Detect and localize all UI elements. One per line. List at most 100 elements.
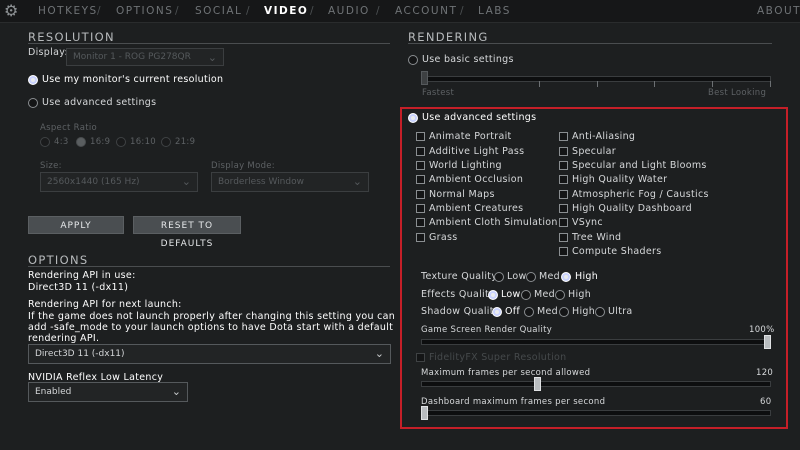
tab-video[interactable]: VIDEO (264, 5, 308, 17)
chevron-down-icon: ⌄ (207, 51, 217, 64)
effects-quality-high-radio[interactable] (555, 290, 565, 300)
texture-quality-high-radio[interactable] (561, 272, 571, 282)
use-advanced-resolution-radio[interactable] (28, 98, 38, 108)
basic-quality-slider-handle[interactable] (421, 71, 428, 85)
high-quality-water-checkbox[interactable] (559, 175, 568, 184)
max-fps-slider[interactable] (421, 381, 771, 387)
ambient-occlusion-checkbox[interactable] (416, 175, 425, 184)
reset-to-defaults-button[interactable]: RESET TO DEFAULTS (133, 216, 241, 249)
high-quality-dashboard-checkbox[interactable] (559, 204, 568, 213)
shadow-quality-off-radio[interactable] (492, 307, 502, 317)
tree-wind-label: Tree Wind (572, 232, 622, 243)
display-mode-label: Display Mode: (211, 161, 275, 171)
use-advanced-rendering-radio[interactable] (408, 113, 418, 123)
tab-social[interactable]: SOCIAL (195, 5, 242, 17)
aspect-16-10-radio[interactable] (116, 137, 126, 147)
max-fps-label: Maximum frames per second allowed (421, 368, 591, 378)
max-fps-value: 120 (756, 368, 774, 378)
slider-tick (712, 81, 713, 87)
dashboard-fps-slider-handle[interactable] (421, 406, 428, 420)
anti-aliasing-checkbox[interactable] (559, 132, 568, 141)
display-label: Display: (28, 47, 68, 58)
size-select[interactable]: 2560x1440 (165 Hz) ⌄ (40, 172, 198, 192)
size-value: 2560x1440 (165 Hz) (47, 177, 140, 187)
render-quality-value: 100% (749, 325, 775, 335)
tab-account[interactable]: ACCOUNT (395, 5, 457, 17)
compute-shaders-checkbox[interactable] (559, 247, 568, 256)
high-quality-dashboard-label: High Quality Dashboard (572, 203, 692, 214)
slider-tick (597, 81, 598, 87)
shadow-quality-high-radio[interactable] (559, 307, 569, 317)
api-next-label: Rendering API for next launch: (28, 299, 182, 310)
effects-quality-med-label: Med (534, 289, 555, 300)
rendering-api-value: Direct3D 11 (-dx11) (35, 349, 125, 359)
divider (28, 43, 390, 44)
nav-separator: / (97, 5, 101, 17)
aspect-16-10-label: 16:10 (130, 137, 156, 147)
aspect-4-3-radio[interactable] (40, 137, 50, 147)
divider (28, 266, 390, 267)
aspect-21-9-radio[interactable] (161, 137, 171, 147)
shadow-quality-med-label: Med (537, 306, 558, 317)
aspect-16-9-radio[interactable] (76, 137, 86, 147)
tab-options[interactable]: OPTIONS (116, 5, 173, 17)
animate-portrait-checkbox[interactable] (416, 132, 425, 141)
texture-quality-low-radio[interactable] (494, 272, 504, 282)
aspect-16-9-label: 16:9 (90, 137, 111, 147)
shadow-quality-med-radio[interactable] (524, 307, 534, 317)
rendering-header: RENDERING (408, 30, 489, 44)
nav-separator: / (175, 5, 179, 17)
compute-shaders-label: Compute Shaders (572, 246, 662, 257)
reflex-select[interactable]: Enabled ⌄ (28, 382, 188, 402)
texture-quality-low-label: Low (507, 271, 527, 282)
effects-quality-label: Effects Quality (421, 289, 495, 300)
use-basic-settings-radio[interactable] (408, 55, 418, 65)
atmospheric-fog-checkbox[interactable] (559, 190, 568, 199)
shadow-quality-off-label: Off (505, 306, 521, 317)
specular-checkbox[interactable] (559, 147, 568, 156)
max-fps-slider-handle[interactable] (534, 377, 542, 391)
vsync-checkbox[interactable] (559, 218, 568, 227)
display-mode-select[interactable]: Borderless Window ⌄ (211, 172, 369, 192)
ambient-creatures-label: Ambient Creatures (429, 203, 524, 214)
display-value: Monitor 1 - ROG PG278QR (73, 52, 191, 62)
effects-quality-low-radio[interactable] (488, 290, 498, 300)
additive-light-pass-checkbox[interactable] (416, 147, 425, 156)
basic-quality-slider[interactable] (421, 76, 771, 82)
normal-maps-checkbox[interactable] (416, 190, 425, 199)
grass-checkbox[interactable] (416, 233, 425, 242)
tab-hotkeys[interactable]: HOTKEYS (38, 5, 98, 17)
api-in-use-label: Rendering API in use: (28, 270, 136, 281)
ambient-cloth-simulation-checkbox[interactable] (416, 218, 425, 227)
dashboard-fps-slider[interactable] (421, 410, 771, 416)
shadow-quality-high-label: High (572, 306, 596, 317)
aspect-ratio-label: Aspect Ratio (40, 123, 97, 133)
shadow-quality-ultra-label: Ultra (608, 306, 633, 317)
normal-maps-label: Normal Maps (429, 189, 495, 200)
tab-audio[interactable]: AUDIO (328, 5, 370, 17)
tab-labs[interactable]: LABS (478, 5, 511, 17)
tab-about[interactable]: ABOUT (757, 5, 800, 17)
effects-quality-med-radio[interactable] (521, 290, 531, 300)
texture-quality-med-radio[interactable] (526, 272, 536, 282)
dashboard-fps-label: Dashboard maximum frames per second (421, 397, 606, 407)
api-note-line-3: rendering API. (28, 333, 100, 344)
specular-light-blooms-checkbox[interactable] (559, 161, 568, 170)
render-quality-slider[interactable] (421, 339, 771, 345)
chevron-down-icon: ⌄ (352, 175, 362, 188)
use-advanced-resolution-label: Use advanced settings (42, 97, 157, 108)
rendering-api-select[interactable]: Direct3D 11 (-dx11) ⌄ (28, 344, 391, 364)
specular-light-blooms-label: Specular and Light Blooms (572, 160, 707, 171)
display-select[interactable]: Monitor 1 - ROG PG278QR ⌄ (66, 48, 224, 66)
ambient-occlusion-label: Ambient Occlusion (429, 174, 524, 185)
apply-button[interactable]: APPLY (28, 216, 124, 234)
ambient-creatures-checkbox[interactable] (416, 204, 425, 213)
render-quality-slider-handle[interactable] (764, 335, 771, 349)
texture-quality-high-label: High (575, 271, 599, 282)
display-mode-value: Borderless Window (218, 177, 304, 187)
shadow-quality-ultra-radio[interactable] (595, 307, 605, 317)
fsr-checkbox[interactable] (416, 353, 425, 362)
world-lighting-checkbox[interactable] (416, 161, 425, 170)
tree-wind-checkbox[interactable] (559, 233, 568, 242)
use-current-resolution-radio[interactable] (28, 75, 38, 85)
